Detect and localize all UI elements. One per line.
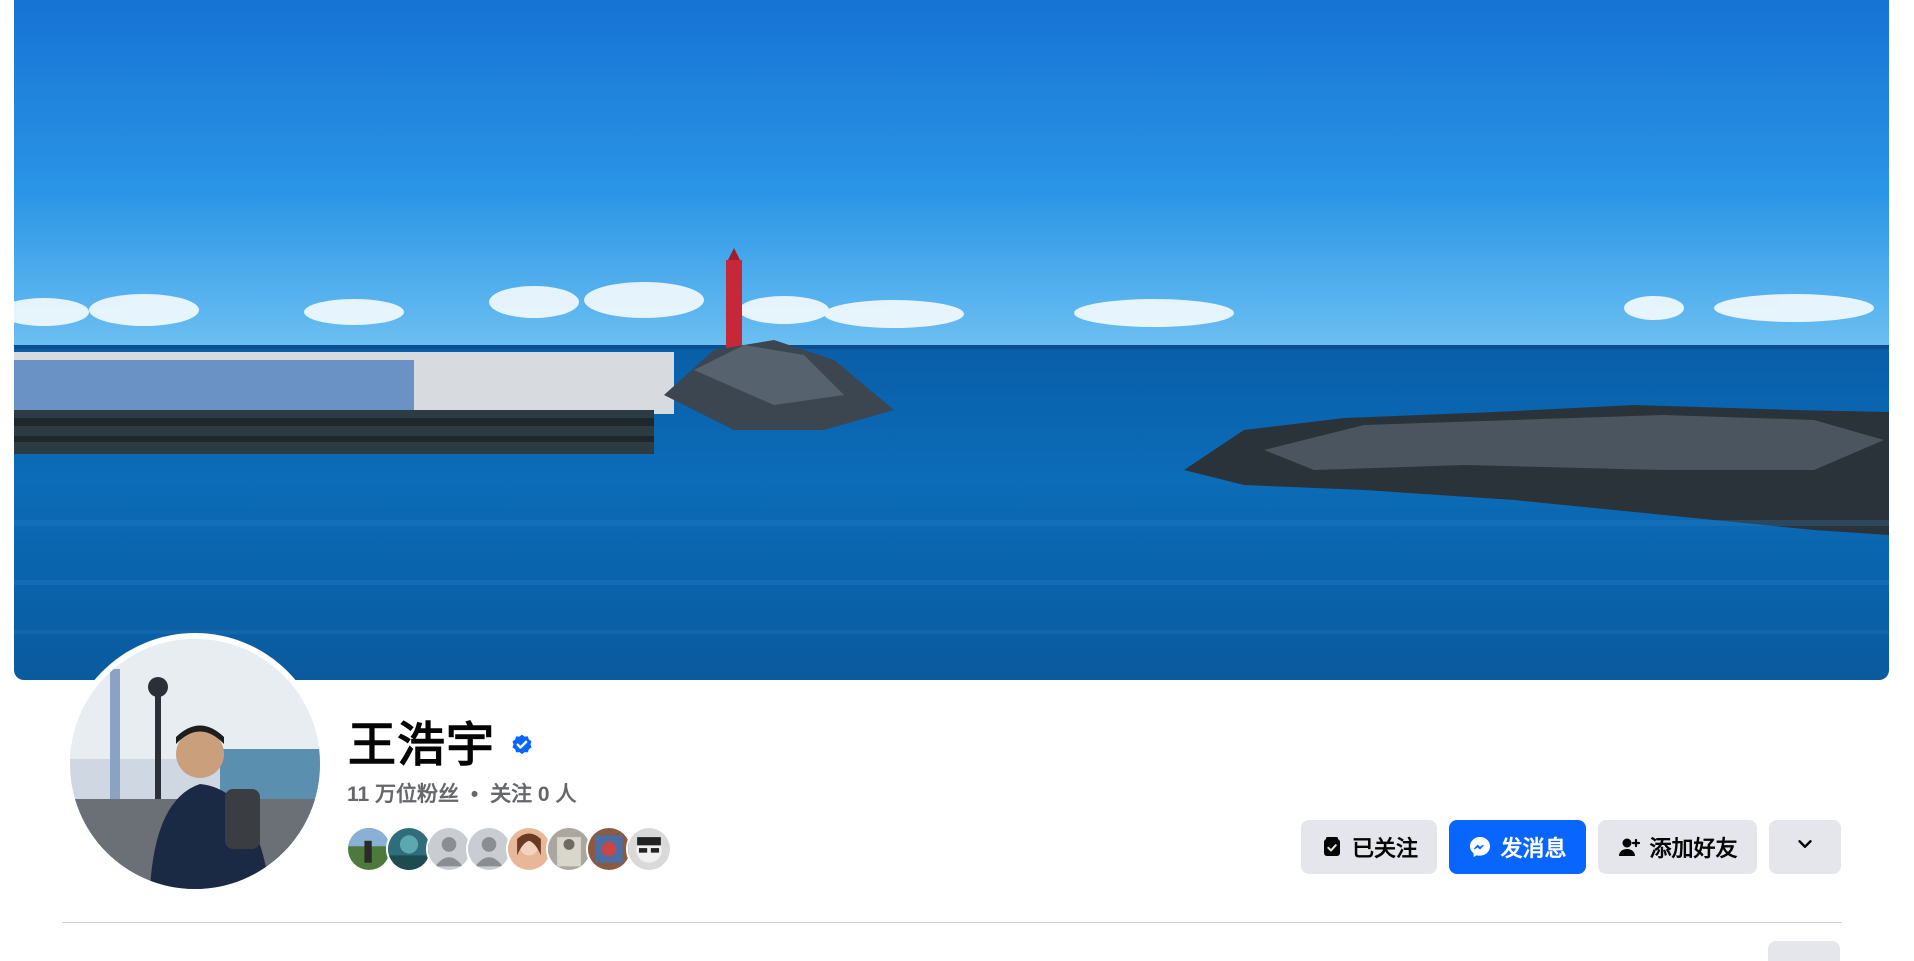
add-friend-icon (1617, 835, 1641, 859)
message-button[interactable]: 发消息 (1449, 820, 1586, 874)
profile-header: 王浩宇 (348, 716, 535, 776)
add-friend-button[interactable]: 添加好友 (1598, 820, 1757, 874)
profile-avatar-frame (64, 633, 326, 895)
chevron-down-icon (1794, 833, 1816, 861)
cover-photo[interactable] (14, 0, 1889, 680)
profile-avatar[interactable] (70, 639, 320, 889)
more-options-button[interactable] (1769, 820, 1841, 874)
following-label: 已关注 (1351, 836, 1418, 861)
profile-name: 王浩宇 (348, 719, 496, 772)
verified-badge-icon[interactable] (509, 733, 535, 759)
message-label: 发消息 (1500, 836, 1567, 861)
followers-link[interactable]: 11 万位粉丝 (347, 783, 459, 806)
following-button[interactable]: 已关注 (1301, 820, 1437, 874)
profile-actions: 已关注 发消息 添加好友 (1301, 820, 1841, 874)
header-divider (62, 922, 1842, 923)
tab-menu-button[interactable] (1768, 941, 1840, 961)
profile-stats: 11 万位粉丝 • 关注 0 人 (347, 780, 576, 810)
messenger-icon (1468, 835, 1492, 859)
following-check-icon (1320, 835, 1344, 859)
friend-avatars (346, 826, 672, 872)
friend-avatar[interactable] (626, 826, 672, 872)
stats-separator: • (470, 783, 479, 806)
following-link[interactable]: 关注 0 人 (490, 783, 576, 806)
add-friend-label: 添加好友 (1649, 836, 1738, 861)
